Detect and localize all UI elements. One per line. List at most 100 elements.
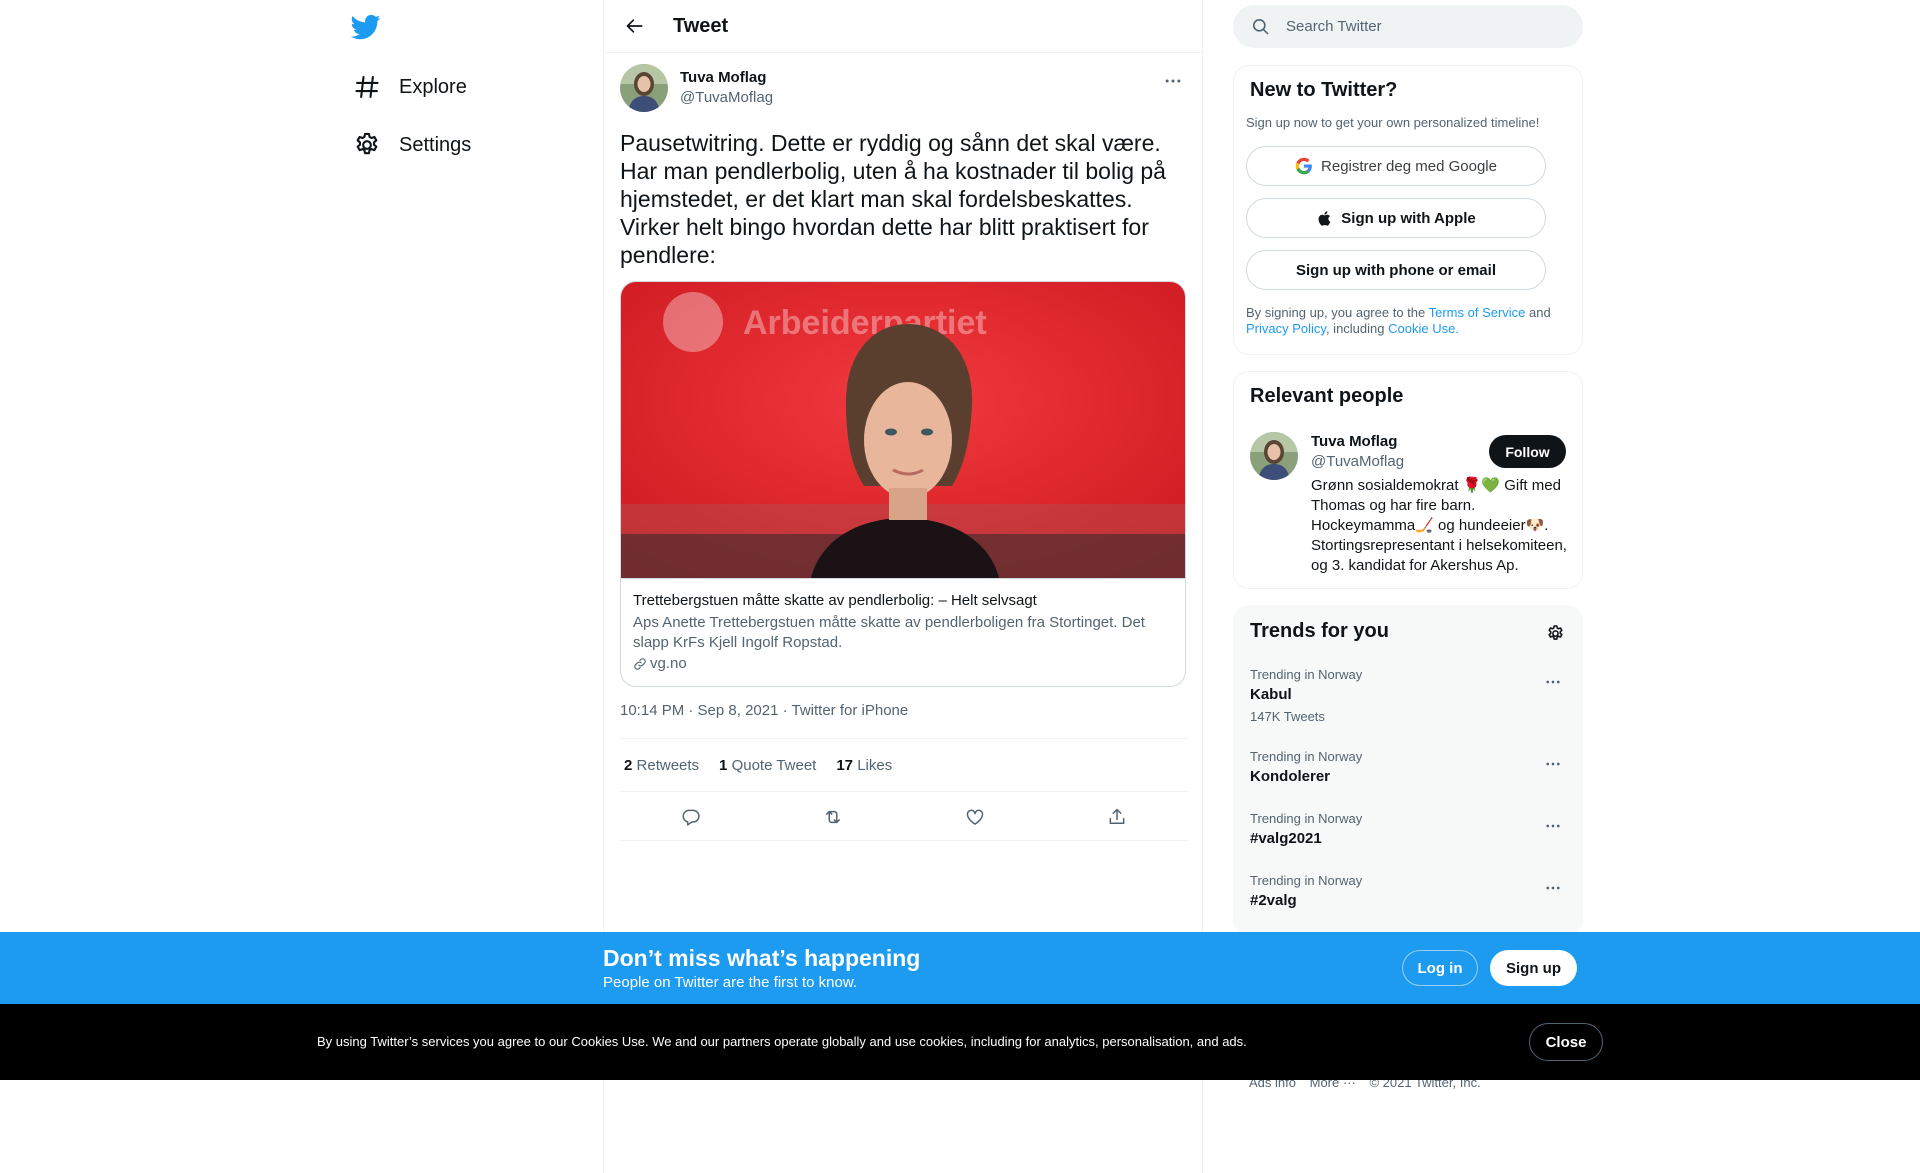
phone-email-signup-button[interactable]: Sign up with phone or email: [1246, 250, 1546, 290]
apple-signup-label: Sign up with Apple: [1341, 209, 1476, 227]
relevant-name[interactable]: Tuva Moflag: [1311, 433, 1397, 450]
likes-count: 17: [836, 756, 854, 774]
trend-more-button[interactable]: [1538, 811, 1568, 841]
google-signup-button[interactable]: Registrer deg med Google: [1246, 146, 1546, 186]
panel-title: Trends for you: [1250, 620, 1389, 642]
trend-item[interactable]: Trending in Norway #valg2021: [1234, 811, 1582, 847]
share-icon: [1109, 808, 1125, 824]
trend-more-button[interactable]: [1538, 873, 1568, 903]
author-name[interactable]: Tuva Moflag: [680, 69, 766, 86]
likes-label: Likes: [857, 756, 893, 774]
gear-icon: [353, 131, 381, 159]
link-icon: [634, 657, 646, 670]
cookie-text: By using Twitter’s services you agree to…: [317, 1034, 1247, 1049]
arrow-left-icon: [626, 19, 643, 33]
privacy-policy-link[interactable]: Privacy Policy: [1246, 321, 1326, 336]
back-button[interactable]: [617, 8, 653, 44]
card-image: Arbeiderpartiet: [621, 282, 1185, 578]
tweet-actions: [620, 793, 1188, 841]
page-title: Tweet: [673, 14, 729, 37]
prompt-title: Don’t miss what’s happening: [603, 945, 921, 971]
nav-item-label: Settings: [399, 133, 472, 156]
relevant-people-panel: Relevant people Tuva Moflag @TuvaMoflag …: [1233, 371, 1583, 589]
card-description: Aps Anette Trettebergstuen måtte skatte …: [633, 614, 1145, 651]
heart-icon: [966, 809, 984, 825]
hashtag-icon: [353, 73, 381, 101]
card-image-banner: Arbeiderpartiet: [743, 304, 987, 342]
follow-button[interactable]: Follow: [1489, 435, 1566, 468]
like-button[interactable]: [957, 799, 993, 835]
nav-item-label: Explore: [399, 75, 467, 98]
relevant-handle[interactable]: @TuvaMoflag: [1311, 453, 1404, 470]
close-cookie-button[interactable]: Close: [1529, 1023, 1603, 1061]
retweets-count: 2: [624, 756, 633, 774]
trend-context: Trending in Norway: [1250, 749, 1363, 764]
search-icon: [1252, 18, 1269, 35]
retweets-label: Retweets: [636, 756, 700, 774]
signup-prompt-bar: Don’t miss what’s happening People on Tw…: [0, 932, 1920, 1004]
prompt-subtitle: People on Twitter are the first to know.: [603, 974, 858, 991]
link-card[interactable]: Arbeiderpartiet Trettebergstuen måtte sk…: [620, 281, 1186, 687]
more-options-button[interactable]: [1158, 66, 1188, 96]
relevant-avatar[interactable]: [1250, 432, 1298, 480]
apple-icon: [1318, 210, 1331, 226]
card-domain-text: vg.no: [650, 655, 687, 672]
trend-name: #2valg: [1250, 892, 1297, 909]
search-bar[interactable]: [1233, 5, 1583, 48]
more-dots-icon: [1546, 886, 1560, 890]
retweets-stat[interactable]: 2 Retweets: [624, 757, 699, 774]
tweet-stats: 2 Retweets 1 Quote Tweet 17 Likes: [620, 738, 1188, 792]
gear-icon: [1547, 624, 1563, 640]
cookie-use-link[interactable]: Cookie Use.: [1388, 321, 1459, 336]
card-body: Trettebergstuen måtte skatte av pendlerb…: [621, 578, 1185, 686]
likes-stat[interactable]: 17 Likes: [836, 757, 892, 774]
trend-more-button[interactable]: [1538, 749, 1568, 779]
nav-item-explore[interactable]: Explore: [345, 61, 475, 113]
author-avatar[interactable]: [620, 64, 668, 112]
cookie-consent-bar: By using Twitter’s services you agree to…: [0, 1004, 1920, 1080]
relevant-bio: Grønn sosialdemokrat 🌹💚 Gift med Thomas …: [1311, 477, 1567, 574]
reply-icon: [682, 809, 700, 826]
quotes-label: Quote Tweet: [731, 756, 817, 774]
trend-context: Trending in Norway: [1250, 667, 1363, 682]
reply-button[interactable]: [673, 799, 709, 835]
tweet-source-link[interactable]: Twitter for iPhone: [792, 702, 909, 719]
terms-prefix: By signing up, you agree to the: [1246, 305, 1429, 320]
panel-title: New to Twitter?: [1250, 79, 1398, 101]
nav-item-settings[interactable]: Settings: [345, 119, 479, 171]
terms-and: and: [1525, 305, 1551, 320]
panel-title: Relevant people: [1250, 385, 1404, 407]
trend-name: Kondolerer: [1250, 768, 1331, 785]
trend-item[interactable]: Trending in Norway Kabul 147K Tweets: [1234, 667, 1582, 724]
apple-signup-button[interactable]: Sign up with Apple: [1246, 198, 1546, 238]
tweet-timestamp: 10:14 PM · Sep 8, 2021 · Twitter for iPh…: [620, 702, 908, 719]
twitter-logo-icon[interactable]: [351, 12, 381, 42]
card-domain: vg.no: [633, 655, 1175, 672]
google-signup-label: Registrer deg med Google: [1321, 157, 1497, 175]
author-handle[interactable]: @TuvaMoflag: [680, 89, 773, 106]
retweet-button[interactable]: [815, 799, 851, 835]
trend-name: #valg2021: [1250, 830, 1322, 847]
trend-more-button[interactable]: [1538, 667, 1568, 697]
card-title: Trettebergstuen måtte skatte av pendlerb…: [633, 592, 1037, 609]
tweet-time-link[interactable]: 10:14 PM · Sep 8, 2021: [620, 702, 778, 719]
quotes-count: 1: [719, 756, 728, 774]
trend-name: Kabul: [1250, 686, 1292, 703]
login-button[interactable]: Log in: [1402, 950, 1478, 986]
trends-settings-button[interactable]: [1540, 618, 1570, 648]
terms-of-service-link[interactable]: Terms of Service: [1429, 305, 1526, 320]
signup-button[interactable]: Sign up: [1490, 950, 1577, 986]
trend-context: Trending in Norway: [1250, 811, 1363, 826]
more-dots-icon: [1165, 79, 1181, 83]
trend-item[interactable]: Trending in Norway #2valg: [1234, 873, 1582, 909]
tweet-author: Tuva Moflag @TuvaMoflag: [620, 64, 1188, 114]
quote-tweets-stat[interactable]: 1 Quote Tweet: [719, 757, 816, 774]
trend-item[interactable]: Trending in Norway Kondolerer: [1234, 749, 1582, 785]
trend-context: Trending in Norway: [1250, 873, 1363, 888]
signup-terms: By signing up, you agree to the Terms of…: [1246, 305, 1566, 337]
phone-signup-label: Sign up with phone or email: [1295, 261, 1496, 279]
tweet-text: Pausetwitring. Dette er ryddig og sånn d…: [620, 130, 1166, 268]
share-button[interactable]: [1099, 799, 1135, 835]
search-input[interactable]: [1286, 18, 1566, 35]
meta-separator: ·: [778, 702, 792, 719]
